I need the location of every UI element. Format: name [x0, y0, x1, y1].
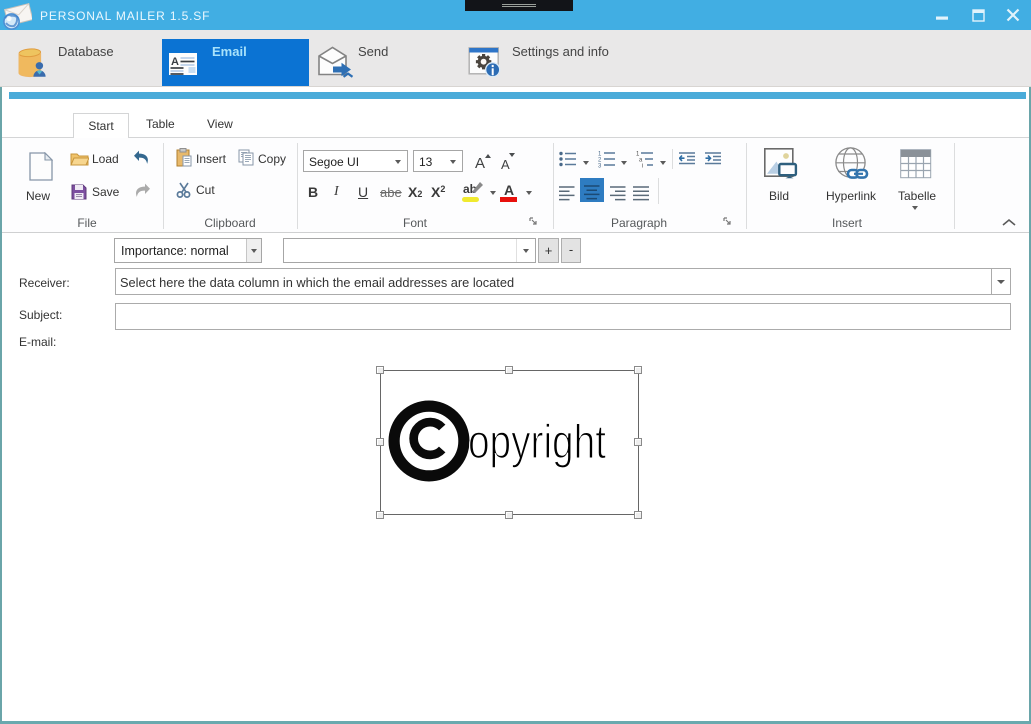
svg-text:i: i	[642, 164, 643, 169]
svg-text:A: A	[171, 56, 179, 68]
svg-text:opyright: opyright	[468, 416, 606, 469]
svg-text:3: 3	[598, 164, 602, 169]
